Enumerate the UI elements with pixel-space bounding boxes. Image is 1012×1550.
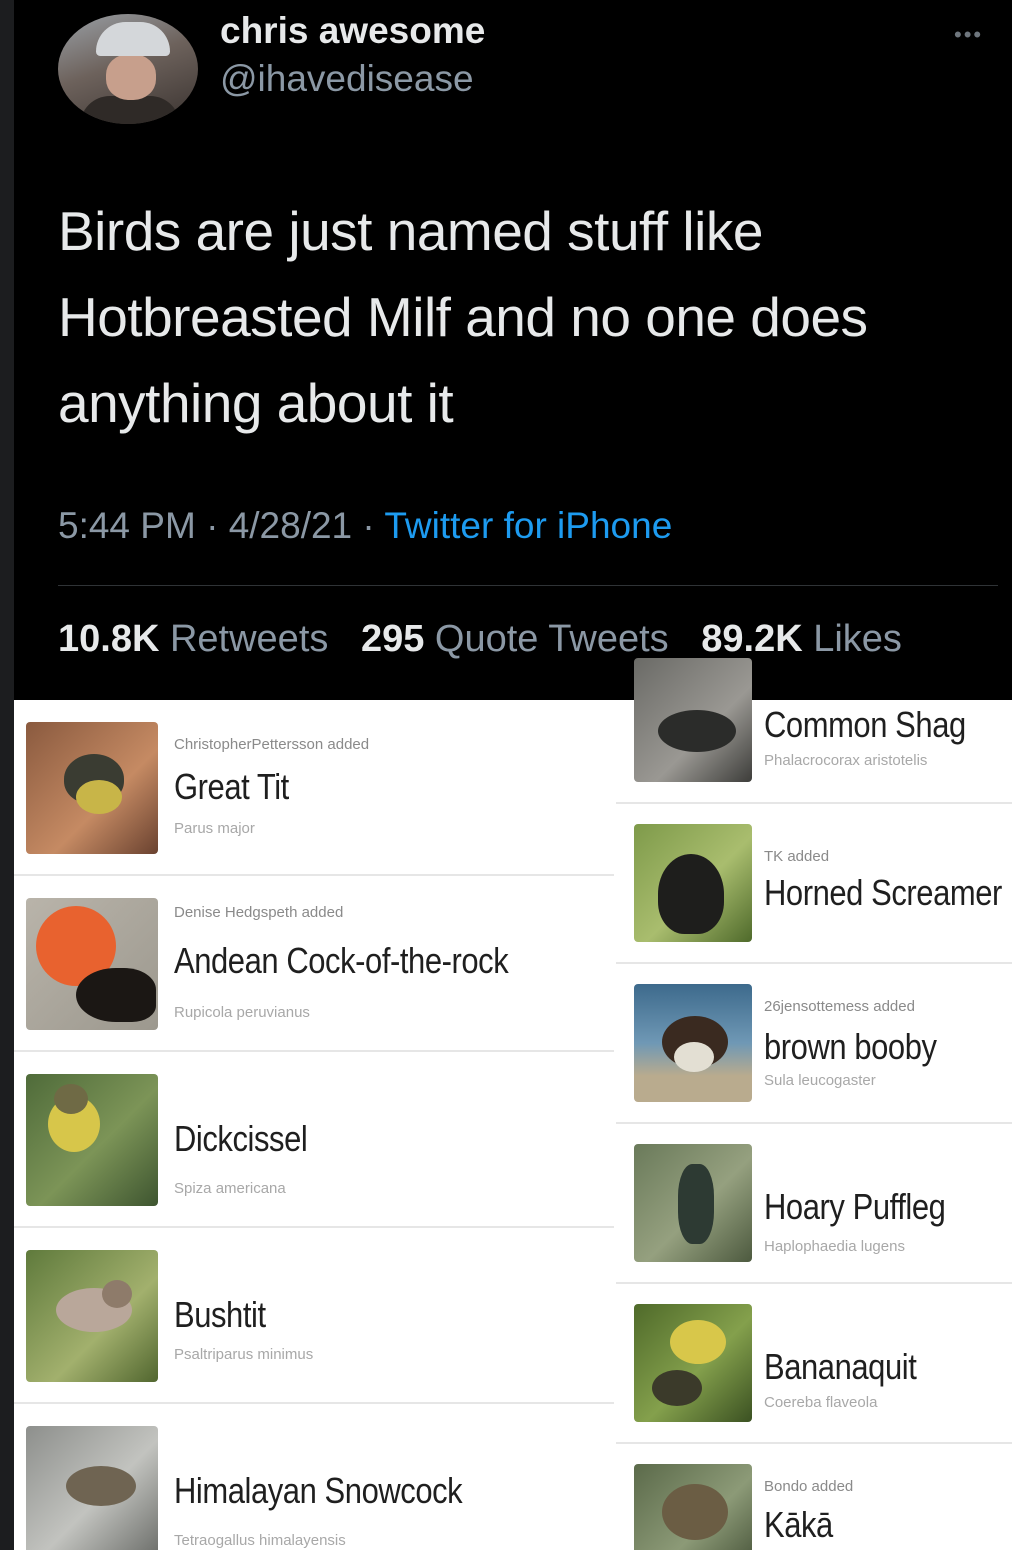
bird-card[interactable]: Hoary Puffleg Haplophaedia lugens <box>616 1124 1012 1284</box>
bird-card[interactable]: Dickcissel Spiza americana <box>14 1052 614 1228</box>
tweet-time[interactable]: 5:44 PM <box>58 505 196 546</box>
bird-photo <box>26 1074 158 1206</box>
bird-card[interactable]: ChristopherPettersson added Great Tit Pa… <box>14 700 614 876</box>
retweets-stat[interactable]: 10.8K Retweets <box>58 618 328 660</box>
added-by-label: Bondo added <box>764 1478 854 1495</box>
likes-stat[interactable]: 89.2K Likes <box>701 618 902 660</box>
tweet-metadata: 5:44 PM · 4/28/21 · Twitter for iPhone <box>58 505 673 546</box>
bird-name[interactable]: Common Shag <box>764 704 966 746</box>
bird-card[interactable]: Bondo added Kākā <box>616 1444 1012 1550</box>
bird-photo <box>26 1426 158 1550</box>
bird-card[interactable]: Denise Hedgspeth added Andean Cock-of-th… <box>14 876 614 1052</box>
tweet-text-line: Birds are just named stuff like <box>58 200 763 262</box>
tweet-date[interactable]: 4/28/21 <box>229 505 352 546</box>
added-by-label: TK added <box>764 848 830 865</box>
bird-lists: ChristopherPettersson added Great Tit Pa… <box>14 658 1012 1550</box>
bird-scientific-name: Rupicola peruvianus <box>174 1004 310 1021</box>
bird-photo <box>634 1144 752 1262</box>
added-by-label: 26jensottemess added <box>764 998 915 1015</box>
avatar[interactable] <box>58 14 198 124</box>
bird-name[interactable]: Dickcissel <box>174 1118 308 1160</box>
user-display-name[interactable]: chris awesome <box>220 10 485 52</box>
bird-photo <box>634 658 752 782</box>
retweets-count: 10.8K <box>58 618 160 660</box>
more-options-icon[interactable]: ••• <box>954 22 983 48</box>
bird-name[interactable]: Kākā <box>764 1504 833 1546</box>
bird-name[interactable]: brown booby <box>764 1026 937 1068</box>
quote-tweets-count: 295 <box>360 618 425 660</box>
likes-label: Likes <box>813 618 902 660</box>
bird-card[interactable]: Himalayan Snowcock Tetraogallus himalaye… <box>14 1404 614 1550</box>
bird-photo <box>26 1250 158 1382</box>
bird-card[interactable]: Bushtit Psaltriparus minimus <box>14 1228 614 1404</box>
bird-photo <box>634 984 752 1102</box>
bird-card[interactable]: TK added Horned Screamer <box>616 804 1012 964</box>
tweet-text: Birds are just named stuff like Hotbreas… <box>58 188 988 446</box>
added-by-label: Denise Hedgspeth added <box>174 904 344 921</box>
bird-name[interactable]: Andean Cock-of-the-rock <box>174 940 509 982</box>
bird-card[interactable]: Bananaquit Coereba flaveola <box>616 1284 1012 1444</box>
bird-scientific-name: Sula leucogaster <box>764 1072 876 1089</box>
bird-photo <box>26 722 158 854</box>
bird-photo <box>26 898 158 1030</box>
bird-scientific-name: Haplophaedia lugens <box>764 1238 905 1255</box>
bird-name[interactable]: Hoary Puffleg <box>764 1186 946 1228</box>
bird-name[interactable]: Himalayan Snowcock <box>174 1470 463 1512</box>
bird-name[interactable]: Bushtit <box>174 1294 266 1336</box>
tweet-text-line: Hotbreasted Milf and no one does <box>58 286 868 348</box>
bird-name[interactable]: Bananaquit <box>764 1346 917 1388</box>
bird-scientific-name: Phalacrocorax aristotelis <box>764 752 928 769</box>
tweet-text-line: anything about it <box>58 372 454 434</box>
bird-scientific-name: Psaltriparus minimus <box>174 1346 314 1363</box>
bird-scientific-name: Spiza americana <box>174 1180 286 1197</box>
bird-card[interactable]: 26jensottemess added brown booby Sula le… <box>616 964 1012 1124</box>
tweet-source-link[interactable]: Twitter for iPhone <box>384 505 672 546</box>
bird-photo <box>634 824 752 942</box>
bird-photo <box>634 1304 752 1422</box>
user-handle[interactable]: @ihavedisease <box>220 58 474 100</box>
bird-name[interactable]: Great Tit <box>174 766 289 808</box>
bird-scientific-name: Coereba flaveola <box>764 1394 878 1411</box>
quote-tweets-stat[interactable]: 295 Quote Tweets <box>361 618 669 660</box>
left-edge-strip <box>0 0 14 1550</box>
bird-name[interactable]: Horned Screamer <box>764 872 1002 914</box>
bird-scientific-name: Parus major <box>174 820 255 837</box>
bird-photo <box>634 1464 752 1550</box>
likes-count: 89.2K <box>701 618 803 660</box>
quote-tweets-label: Quote Tweets <box>434 618 669 660</box>
tweet-stats: 10.8K Retweets 295 Quote Tweets 89.2K Li… <box>58 618 924 661</box>
bird-card[interactable]: Common Shag Phalacrocorax aristotelis <box>616 658 1012 804</box>
bird-scientific-name: Tetraogallus himalayensis <box>174 1532 346 1549</box>
tweet-card: chris awesome @ihavedisease ••• Birds ar… <box>14 0 1012 700</box>
added-by-label: ChristopherPettersson added <box>174 736 370 753</box>
divider <box>58 585 998 586</box>
retweets-label: Retweets <box>169 618 329 660</box>
